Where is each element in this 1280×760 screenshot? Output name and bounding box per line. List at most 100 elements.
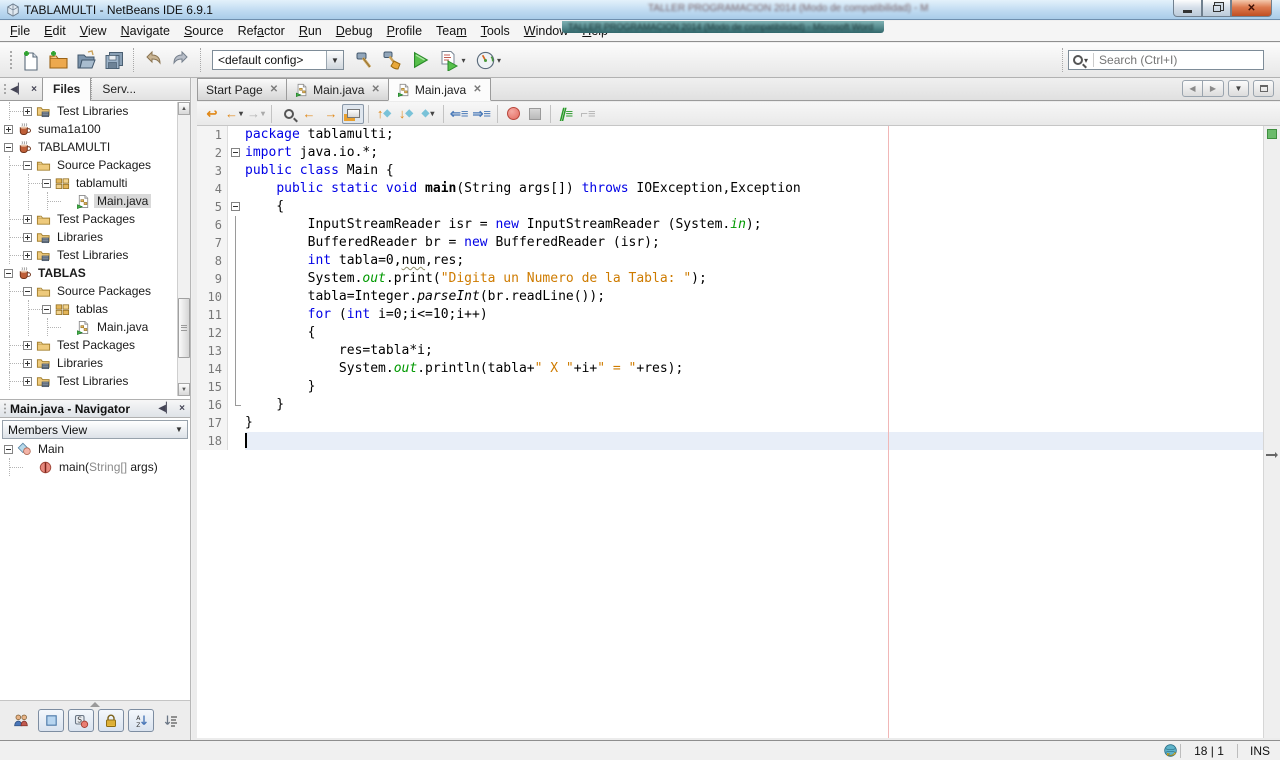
close-panel-icon[interactable]: ×	[26, 81, 42, 97]
code-text[interactable]: BufferedReader br = new BufferedReader (…	[245, 234, 1280, 252]
profile-project-button[interactable]: ▾	[470, 47, 506, 74]
scroll-down-icon[interactable]: ▼	[178, 383, 190, 396]
tree-item-tablamulti[interactable]: tablamulti	[0, 174, 190, 192]
collapse-icon[interactable]	[4, 268, 13, 278]
find-previous-button[interactable]: ←	[298, 104, 320, 124]
tree-item-main-java[interactable]: Main.java	[0, 318, 190, 336]
find-next-button[interactable]: →	[320, 104, 342, 124]
code-editor[interactable]: 1 package tablamulti; 2 import java.io.*; 3 p…	[197, 126, 1280, 738]
quick-search-box[interactable]: ▾	[1068, 50, 1264, 70]
menu-refactor[interactable]: Refactor	[231, 21, 292, 41]
menu-navigate[interactable]: Navigate	[114, 21, 177, 41]
back-button[interactable]: ← ▾	[223, 104, 245, 124]
restore-button[interactable]	[1202, 0, 1231, 17]
code-text[interactable]: import java.io.*;	[245, 144, 1280, 162]
scroll-up-icon[interactable]: ▲	[178, 102, 190, 115]
code-line-3[interactable]: 3 public class Main {	[197, 162, 1280, 180]
menu-file[interactable]: File	[3, 21, 37, 41]
tree-item-source-packages[interactable]: Source Packages	[0, 282, 190, 300]
tree-item-test-packages[interactable]: Test Packages	[0, 336, 190, 354]
collapse-icon[interactable]	[42, 178, 51, 188]
show-non-public-button[interactable]	[98, 709, 124, 732]
maximize-editor-icon[interactable]	[1253, 80, 1274, 97]
undo-button[interactable]	[139, 47, 167, 74]
navigator-view-select[interactable]: Members View ▼	[2, 420, 188, 439]
tab-services[interactable]: Serv...	[91, 77, 146, 101]
collapse-icon[interactable]	[4, 444, 13, 454]
save-all-button[interactable]	[100, 47, 128, 74]
error-stripe[interactable]	[1263, 126, 1280, 738]
code-line-10[interactable]: 10 tabla=Integer.parseInt(br.readLine())…	[197, 288, 1280, 306]
tree-item-test-packages[interactable]: Test Packages	[0, 210, 190, 228]
code-text[interactable]: res=tabla*i;	[245, 342, 1280, 360]
editor-tab-main-java[interactable]: Main.java ✕	[387, 78, 491, 101]
toggle-bookmark-button[interactable]: ◆ ▾	[417, 104, 439, 124]
code-line-4[interactable]: 4 public static void main(String args[])…	[197, 180, 1280, 198]
toggle-highlight-search-button[interactable]	[342, 103, 365, 124]
show-static-members-button[interactable]	[68, 709, 94, 732]
tree-item-source-packages[interactable]: Source Packages	[0, 156, 190, 174]
build-project-button[interactable]	[350, 47, 378, 74]
uncomment-button[interactable]: ⌐≡	[577, 104, 599, 124]
code-text[interactable]: InputStreamReader isr = new InputStreamR…	[245, 216, 1280, 234]
code-text[interactable]: public static void main(String args[]) t…	[245, 180, 1280, 198]
tree-item-node[interactable]: main(String[] args)	[0, 458, 190, 476]
tree-item-node[interactable]: Main	[0, 440, 190, 458]
shift-right-button[interactable]: ⇒≡	[471, 104, 493, 124]
expand-icon[interactable]	[23, 106, 32, 116]
tree-item-tablamulti[interactable]: TABLAMULTI	[0, 138, 190, 156]
clean-build-button[interactable]	[378, 47, 406, 74]
menu-view[interactable]: View	[73, 21, 114, 41]
menu-tools[interactable]: Tools	[474, 21, 517, 41]
tree-item-main-java[interactable]: Main.java	[0, 192, 190, 210]
stop-macro-button[interactable]	[524, 104, 546, 124]
minimize-navigator-icon[interactable]: ◀▏	[158, 401, 174, 417]
code-line-13[interactable]: 13 res=tabla*i;	[197, 342, 1280, 360]
expand-icon[interactable]	[23, 214, 32, 224]
sort-by-source-button[interactable]	[158, 709, 184, 732]
tree-scrollbar[interactable]: ▲ ▼	[177, 102, 190, 396]
menu-edit[interactable]: Edit	[37, 21, 73, 41]
expand-icon[interactable]	[23, 232, 32, 242]
expand-icon[interactable]	[23, 358, 32, 368]
menu-debug[interactable]: Debug	[329, 21, 380, 41]
find-selection-button[interactable]	[276, 104, 298, 124]
next-error-button[interactable]	[502, 104, 524, 124]
show-inherited-members-button[interactable]	[8, 709, 34, 732]
minimize-panel-icon[interactable]: ◀▏	[10, 81, 26, 97]
expand-icon[interactable]	[23, 340, 32, 350]
code-text[interactable]: }	[245, 378, 1280, 396]
search-input[interactable]	[1093, 53, 1263, 67]
last-edit-position-button[interactable]: ↩	[201, 104, 223, 124]
code-line-2[interactable]: 2 import java.io.*;	[197, 144, 1280, 162]
code-line-7[interactable]: 7 BufferedReader br = new BufferedReader…	[197, 234, 1280, 252]
menu-profile[interactable]: Profile	[380, 21, 429, 41]
close-tab-icon[interactable]: ✕	[270, 84, 278, 95]
shift-left-button[interactable]: ⇐≡	[448, 104, 470, 124]
expand-icon[interactable]	[4, 124, 13, 134]
scrollbar-thumb[interactable]	[178, 298, 190, 358]
tab-files[interactable]: Files	[42, 77, 92, 101]
code-text[interactable]: }	[245, 414, 1280, 432]
code-line-14[interactable]: 14 System.out.println(tabla+" X "+i+" = …	[197, 360, 1280, 378]
scroll-tabs-right-icon[interactable]: ▶	[1203, 80, 1224, 97]
run-project-button[interactable]	[406, 47, 434, 74]
tree-item-suma1a100[interactable]: suma1a100	[0, 120, 190, 138]
code-text[interactable]: {	[245, 198, 1280, 216]
code-text[interactable]: System.out.println(tabla+" X "+i+" = "+r…	[245, 360, 1280, 378]
tree-item-test-libraries[interactable]: Test Libraries	[0, 372, 190, 390]
editor-tab-start-page[interactable]: Start Page ✕	[197, 78, 288, 100]
code-text[interactable]: for (int i=0;i<=10;i++)	[245, 306, 1280, 324]
forward-button[interactable]: → ▾	[245, 104, 267, 124]
splitter-grip-icon[interactable]	[90, 702, 100, 707]
caret-position-mark[interactable]	[1266, 452, 1278, 458]
close-button[interactable]: ✕	[1231, 0, 1272, 17]
close-tab-icon[interactable]: ✕	[473, 84, 481, 95]
tree-item-test-libraries[interactable]: Test Libraries	[0, 102, 190, 120]
show-fields-button[interactable]	[38, 709, 64, 732]
search-icon[interactable]	[1073, 55, 1083, 65]
collapse-icon[interactable]	[4, 142, 13, 152]
search-scope-arrow-icon[interactable]: ▾	[1084, 56, 1088, 65]
code-line-15[interactable]: 15 }	[197, 378, 1280, 396]
tree-item-libraries[interactable]: Libraries	[0, 354, 190, 372]
